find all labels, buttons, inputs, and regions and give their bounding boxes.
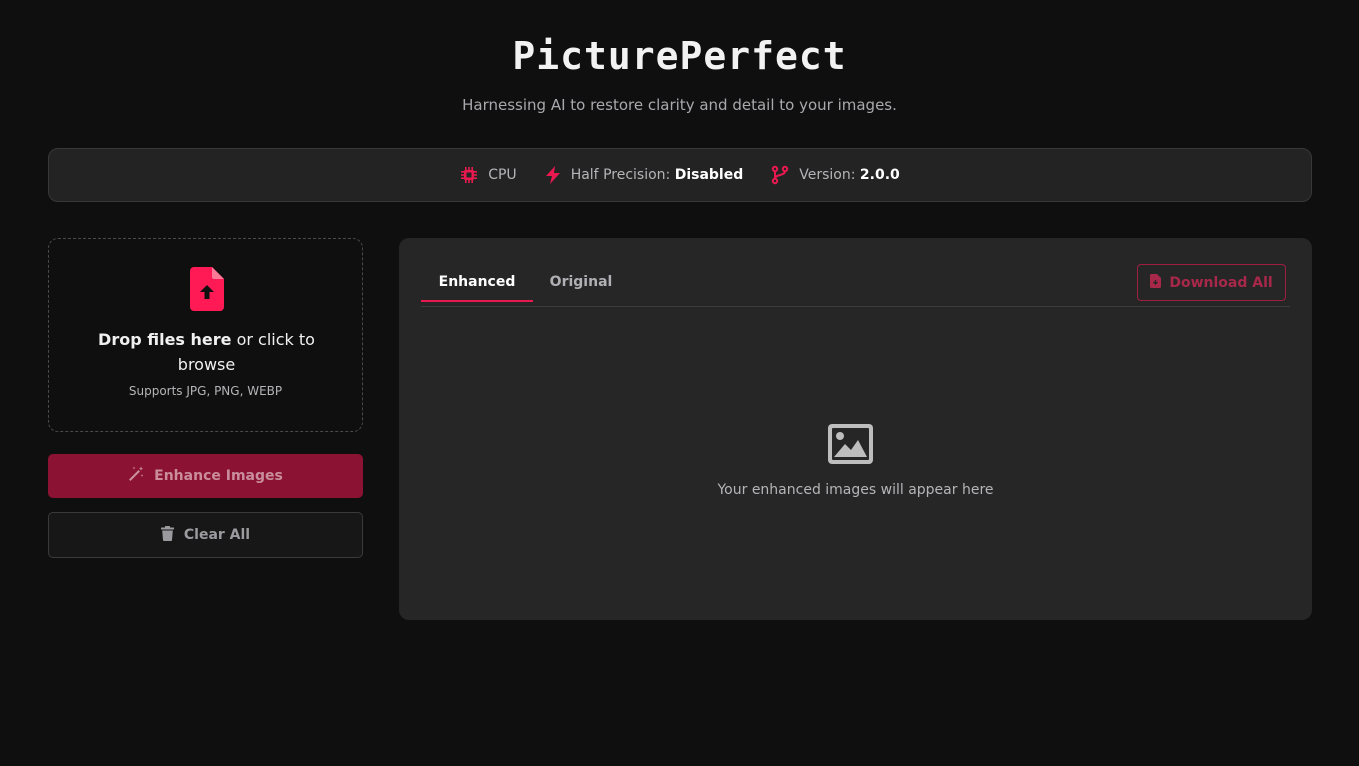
app-subtitle: Harnessing AI to restore clarity and det… [462,96,897,114]
system-status-bar: CPU Half Precision: Disabled Version: 2.… [48,148,1312,202]
download-label: Download All [1169,274,1273,291]
app-title: PicturePerfect [512,34,847,78]
status-device: CPU [460,166,517,184]
download-all-button[interactable]: Download All [1137,264,1286,301]
tab-enhanced[interactable]: Enhanced [421,264,533,302]
image-icon [828,424,873,468]
trash-icon [160,525,174,545]
file-dropzone[interactable]: Drop files here or click to browse Suppo… [48,238,363,432]
file-download-icon [1150,273,1162,292]
enhance-label: Enhance Images [154,468,283,484]
clear-all-button[interactable]: Clear All [48,512,363,558]
status-precision: Half Precision: Disabled [545,166,744,184]
cpu-icon [460,166,478,184]
enhance-images-button[interactable]: Enhance Images [48,454,363,498]
precision-label: Half Precision: [570,167,671,183]
magic-wand-icon [128,466,144,486]
tab-original[interactable]: Original [533,264,629,302]
precision-value: Disabled [674,167,744,183]
file-upload-icon [190,267,224,315]
drop-text-bold: Drop files here [98,330,232,349]
device-label: CPU [488,167,517,183]
empty-state-text: Your enhanced images will appear here [717,482,994,498]
supported-formats: Supports JPG, PNG, WEBP [128,384,283,398]
results-panel: Enhanced Original Download All Your enha… [399,238,1312,620]
code-branch-icon [771,165,789,185]
status-version: Version: 2.0.0 [771,165,900,185]
bolt-icon [545,166,561,184]
version-value: 2.0.0 [859,167,900,183]
drop-instructions: Drop files here or click to browse [89,327,324,377]
version-label: Version: [799,167,856,183]
clear-label: Clear All [183,527,251,543]
